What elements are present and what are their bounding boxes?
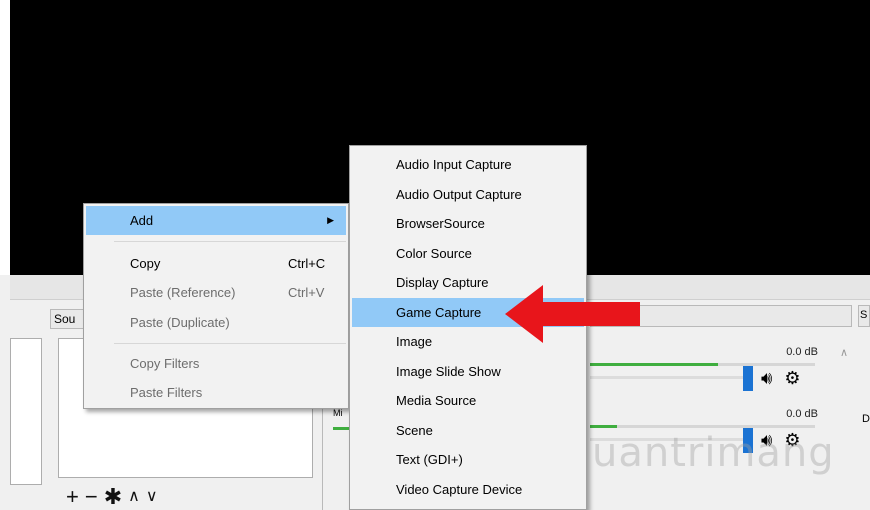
menu-separator <box>114 241 346 242</box>
red-pointer-arrow-icon <box>505 285 640 343</box>
watermark-text: uantrimang <box>592 430 835 476</box>
menu-item-audio-input-capture[interactable]: Audio Input Capture <box>352 150 584 179</box>
right-dock-label: D <box>862 413 870 425</box>
menu-item-label: Audio Output Capture <box>396 187 522 202</box>
add-source-icon[interactable]: + <box>66 485 79 508</box>
menu-item-label: Paste (Duplicate) <box>130 315 230 330</box>
menu-item-label: Image Slide Show <box>396 364 501 379</box>
menu-item-shortcut: Ctrl+C <box>288 256 326 271</box>
menu-item-label: Copy Filters <box>130 356 200 371</box>
menu-item-label: Text (GDI+) <box>396 452 463 467</box>
menu-item-label: Copy <box>130 256 161 271</box>
menu-item-copy[interactable]: Copy Ctrl+C <box>86 249 346 278</box>
menu-item-label: BrowserSource <box>396 216 485 231</box>
speaker-icon[interactable]: 🔊︎ <box>761 368 772 389</box>
volume-db-readout: 0.0 dB <box>786 346 818 358</box>
menu-item-label: Color Source <box>396 246 472 261</box>
menu-item-copy-filters[interactable]: Copy Filters <box>86 349 346 378</box>
menu-item-label: Game Capture <box>396 305 482 320</box>
menu-item-label: Paste (Reference) <box>130 285 236 300</box>
volume-db-readout: 0.0 dB <box>786 408 818 420</box>
scenes-list[interactable] <box>10 338 42 485</box>
menu-item-paste-duplicate[interactable]: Paste (Duplicate) <box>86 308 346 337</box>
volume-meter <box>590 363 815 366</box>
menu-item-label: Media Source <box>396 393 477 408</box>
menu-item-label: Audio Input Capture <box>396 157 512 172</box>
volume-meter-fill <box>590 425 617 428</box>
move-up-icon[interactable]: ∧ <box>128 486 140 508</box>
right-dock-title: S <box>858 305 870 327</box>
volume-meter-fill <box>590 363 719 366</box>
menu-item-label: Scene <box>396 423 433 438</box>
menu-item-label: Paste Filters <box>130 385 203 400</box>
submenu-arrow-icon: ▶ <box>327 215 334 225</box>
menu-item-shortcut: Ctrl+V <box>288 285 325 300</box>
menu-item-paste-reference[interactable]: Paste (Reference) Ctrl+V <box>86 278 346 307</box>
menu-item-paste-filters[interactable]: Paste Filters <box>86 378 346 407</box>
menu-item-label: Video Capture Device <box>396 482 523 497</box>
menu-item-label: Image <box>396 334 433 349</box>
menu-item-add[interactable]: Add ▶ <box>86 206 346 235</box>
volume-slider-track[interactable] <box>590 376 750 379</box>
mixer-channel-1: 0.0 dB ∧ 🔊︎ ⚙︎ <box>590 346 848 396</box>
menu-item-label: Add <box>130 213 154 228</box>
gear-icon[interactable]: ✱ <box>104 485 122 508</box>
mixer-channel-label: Mi <box>333 408 343 418</box>
menu-item-label: Display Capture <box>396 275 489 290</box>
menu-item-text-gdi[interactable]: Text (GDI+) <box>352 445 584 474</box>
remove-source-icon[interactable]: − <box>85 485 98 508</box>
menu-item-video-capture-device[interactable]: Video Capture Device <box>352 475 584 504</box>
gear-icon[interactable]: ⚙︎ <box>784 368 800 389</box>
sources-context-menu: Add ▶ Copy Ctrl+C Paste (Reference) Ctrl… <box>83 203 349 409</box>
volume-slider-thumb[interactable] <box>743 366 753 391</box>
menu-item-audio-output-capture[interactable]: Audio Output Capture <box>352 180 584 209</box>
menu-item-scene[interactable]: Scene <box>352 416 584 445</box>
menu-item-image-slide-show[interactable]: Image Slide Show <box>352 357 584 386</box>
menu-item-media-source[interactable]: Media Source <box>352 386 584 415</box>
move-down-icon[interactable]: ∨ <box>146 486 158 508</box>
sources-toolbar: + − ✱ ∧ ∨ <box>58 483 313 510</box>
menu-item-color-source[interactable]: Color Source <box>352 239 584 268</box>
menu-separator <box>114 343 346 344</box>
volume-meter <box>590 425 815 428</box>
menu-item-browser-source[interactable]: BrowserSource <box>352 209 584 238</box>
scroll-up-icon[interactable]: ∧ <box>840 346 848 359</box>
